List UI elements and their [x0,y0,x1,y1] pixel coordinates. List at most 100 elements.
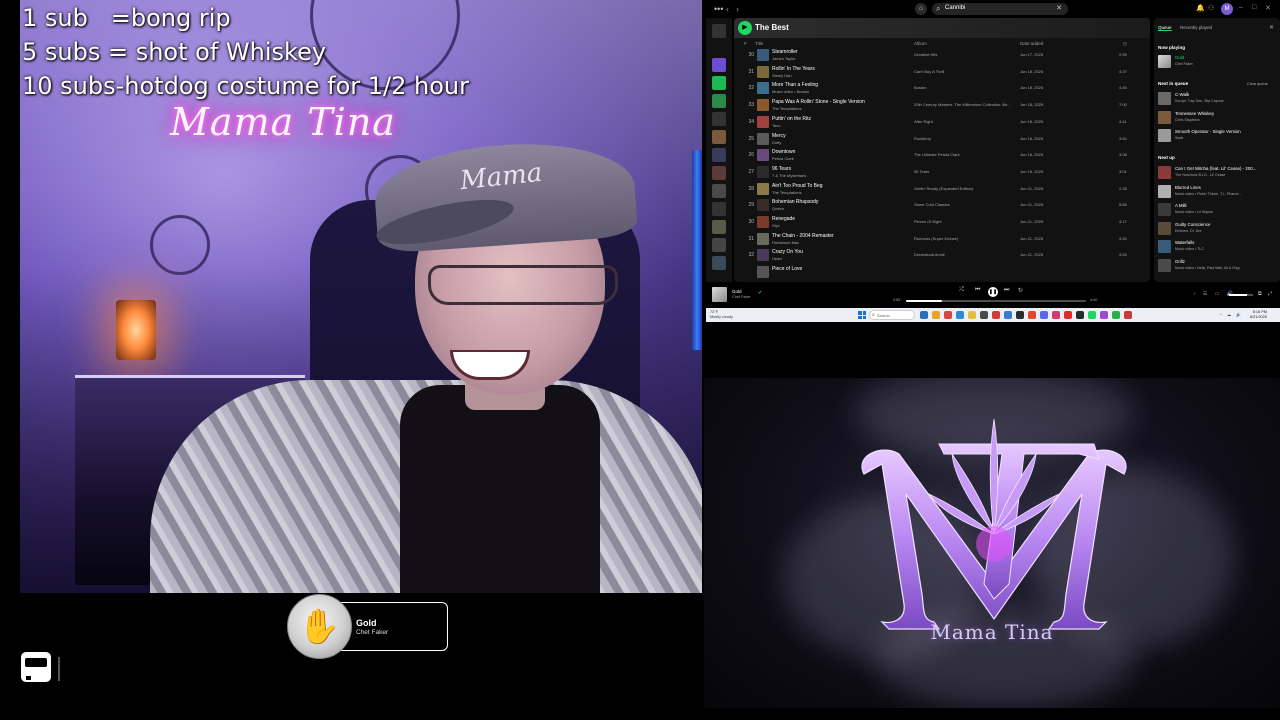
playlist-icon[interactable] [712,166,726,180]
miniplayer-icon[interactable]: ⧉ [1258,291,1262,297]
notification-icon[interactable]: 🔔 [1196,4,1205,12]
twitch-icon[interactable] [1100,311,1108,319]
queue-item[interactable]: Smooth Operator - Single Version Sade [1158,128,1278,144]
brave-icon[interactable] [1028,311,1036,319]
track-title[interactable]: Mercy [772,133,786,139]
track-album[interactable]: Stone Cold Classics [914,202,1014,207]
maximize-icon[interactable]: □ [1252,4,1256,11]
queue-item[interactable]: Tennessee Whiskey Chris Stapleton [1158,110,1278,126]
playlist-icon[interactable] [712,130,726,144]
friends-icon[interactable]: ⚇ [1208,4,1214,12]
track-artist[interactable]: Music video • Boston [772,89,809,94]
track-title[interactable]: Papa Was A Rollin' Stone - Single Versio… [772,99,865,105]
avatar[interactable]: M [1221,3,1233,15]
saved-check-icon[interactable]: ✔ [758,290,762,296]
discord-icon[interactable] [1040,311,1048,319]
queue-item[interactable]: Can I Get Witcha (feat. Lil' Cease) - 20… [1158,165,1278,181]
clear-search-icon[interactable]: ✕ [1056,4,1062,12]
player-song-title[interactable]: Gold [732,289,742,294]
track-row[interactable]: 28 Ain't Too Proud To Beg The Temptations G… [734,181,1150,198]
taskbar-search-input[interactable]: Search [877,313,890,318]
track-row[interactable]: 33 Papa Was A Rollin' Stone - Single Vers… [734,97,1150,114]
track-album[interactable]: 20th Century Masters: The Millennium Col… [914,102,1014,107]
playlist-icon[interactable] [712,184,726,198]
playlist-icon[interactable] [712,94,726,108]
track-artist[interactable]: Steely Dan [772,73,792,78]
track-album[interactable]: After Eight [914,119,1014,124]
track-row[interactable]: 27 96 Tears? & The Mysterians 96 Tears Jun … [734,164,1150,181]
track-row[interactable]: 29 Bohemian Rhapsody Queen Stone Cold Class… [734,197,1150,214]
edge-icon[interactable] [956,311,964,319]
task-view-icon[interactable] [920,311,928,319]
track-title[interactable]: Piece of Love [772,266,802,272]
app-icon[interactable] [1052,311,1060,319]
app-icon[interactable] [1004,311,1012,319]
track-row[interactable]: 31 The Chain - 2004 Remaster Fleetwood Mac… [734,231,1150,248]
playlist-icon[interactable] [712,220,726,234]
minimize-icon[interactable]: – [1239,4,1243,11]
track-title[interactable]: Downtown [772,149,795,155]
track-title[interactable]: 96 Tears [772,166,791,172]
column-album[interactable]: Album [914,41,927,46]
track-title[interactable]: Ain't Too Proud To Beg [772,183,823,189]
obs-icon[interactable] [1016,311,1024,319]
track-artist[interactable]: Fleetwood Mac [772,240,799,245]
system-tray-icons[interactable]: ^ ☁ 🔊 [1220,312,1243,317]
playlist-icon[interactable] [712,148,726,162]
track-title[interactable]: Puttin' on the Ritz [772,116,811,122]
track-artist[interactable]: Queen [772,206,784,211]
queue-item[interactable]: C-Walk Kurupt, Tray Dee, Slip Capone [1158,91,1278,107]
track-album[interactable]: Can't Buy A Thrill [914,69,1014,74]
track-artist[interactable]: Heart [772,256,782,261]
track-album[interactable]: Gettin' Ready (Expanded Edition) [914,186,1014,191]
track-title[interactable]: Crazy On You [772,249,803,255]
home-icon[interactable]: ⌂ [915,3,927,15]
track-album[interactable]: The Ultimate Petula Clark [914,152,1014,157]
app-icon[interactable] [1076,311,1084,319]
queue-item[interactable]: Grillz Music video • Nelly, Paul Wall, Al… [1158,258,1278,274]
play-icon[interactable]: ▶ [738,21,752,35]
track-title[interactable]: Rollin' In The Years [772,66,815,72]
weather-widget[interactable]: 72°F Mostly cloudy [710,310,733,319]
track-title[interactable]: Renegade [772,216,795,222]
chrome-icon[interactable] [944,311,952,319]
track-row[interactable]: 25 Mercy Duffy Rockferry Jun 18, 2025 3:50 [734,131,1150,148]
playlist-icon[interactable] [712,238,726,252]
more-icon[interactable]: ••• [714,4,723,14]
track-artist[interactable]: Styx [772,223,780,228]
queue-item[interactable]: A Milli Music video • Lil Wayne [1158,202,1278,218]
track-album[interactable]: Boston [914,85,1014,90]
store-icon[interactable] [980,311,988,319]
player-song-artist[interactable]: Chet Faker [732,295,751,299]
track-album[interactable]: Dreamboat Annie [914,252,1014,257]
fullscreen-icon[interactable]: ⤢ [1268,291,1272,297]
playlist-icon[interactable] [712,256,726,270]
track-title[interactable]: More Than a Feeling [772,82,818,88]
track-title[interactable]: The Chain - 2004 Remaster [772,233,834,239]
shuffle-icon[interactable]: ⤮ [959,287,964,294]
track-row[interactable]: 34 Puttin' on the Ritz Taco After Eight Jun … [734,114,1150,131]
track-row[interactable]: 30 Steamroller James Taylor Greatest Hits Ju… [734,47,1150,64]
column-title[interactable]: Title [755,41,763,46]
forward-icon[interactable]: › [736,4,739,14]
app-icon[interactable] [992,311,1000,319]
track-album[interactable]: Rumours (Super Deluxe) [914,236,1014,241]
track-artist[interactable]: ? & The Mysterians [772,173,806,178]
folder-icon[interactable] [712,202,726,216]
queue-item[interactable]: Waterfalls Music video • TLC [1158,239,1278,255]
track-row[interactable]: Piece of Love [734,264,1150,281]
repeat-icon[interactable]: ↻ [1018,287,1023,294]
track-album[interactable]: Rockferry [914,136,1014,141]
track-artist[interactable]: Duffy [772,140,781,145]
playlist-icon[interactable] [712,112,726,126]
close-icon[interactable]: ✕ [1269,24,1274,31]
track-row[interactable]: 31 Rollin' In The Years Steely Dan Can't Bu… [734,64,1150,81]
track-artist[interactable]: The Temptations [772,106,802,111]
previous-icon[interactable]: ⏮ [975,287,980,294]
clear-queue-link[interactable]: Clear queue [1247,82,1268,86]
file-explorer-icon[interactable] [932,311,940,319]
app-icon[interactable] [1124,311,1132,319]
pause-icon[interactable]: ❚❚ [988,287,998,297]
app-icon[interactable] [1112,311,1120,319]
playlist-icon[interactable] [712,76,726,90]
